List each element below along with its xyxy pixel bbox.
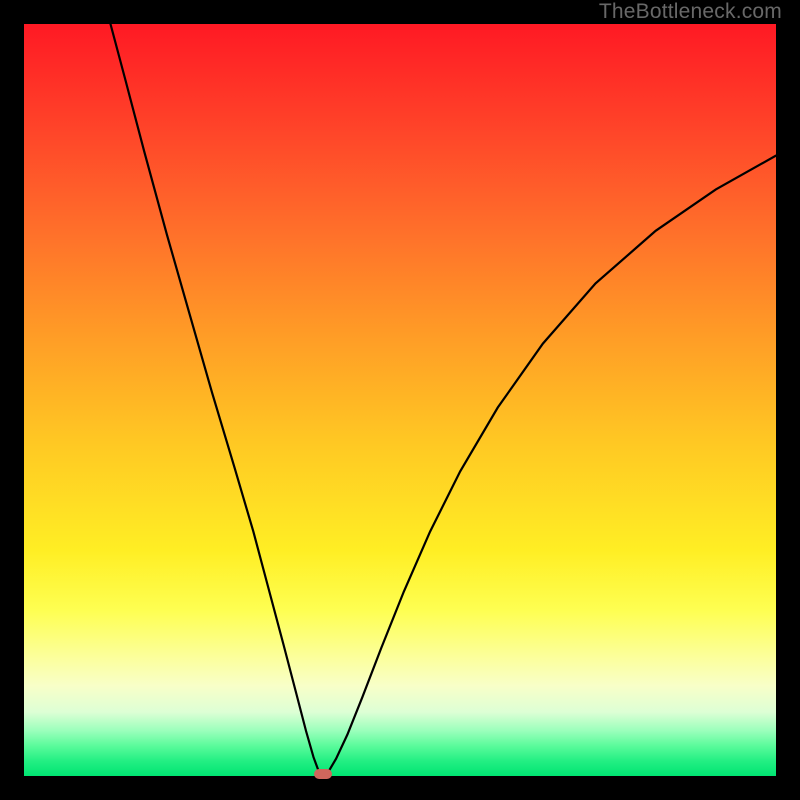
watermark-text: TheBottleneck.com xyxy=(599,0,782,24)
chart-plot-area xyxy=(24,24,776,776)
minimum-point-marker xyxy=(314,769,332,779)
bottleneck-curve xyxy=(24,24,776,776)
